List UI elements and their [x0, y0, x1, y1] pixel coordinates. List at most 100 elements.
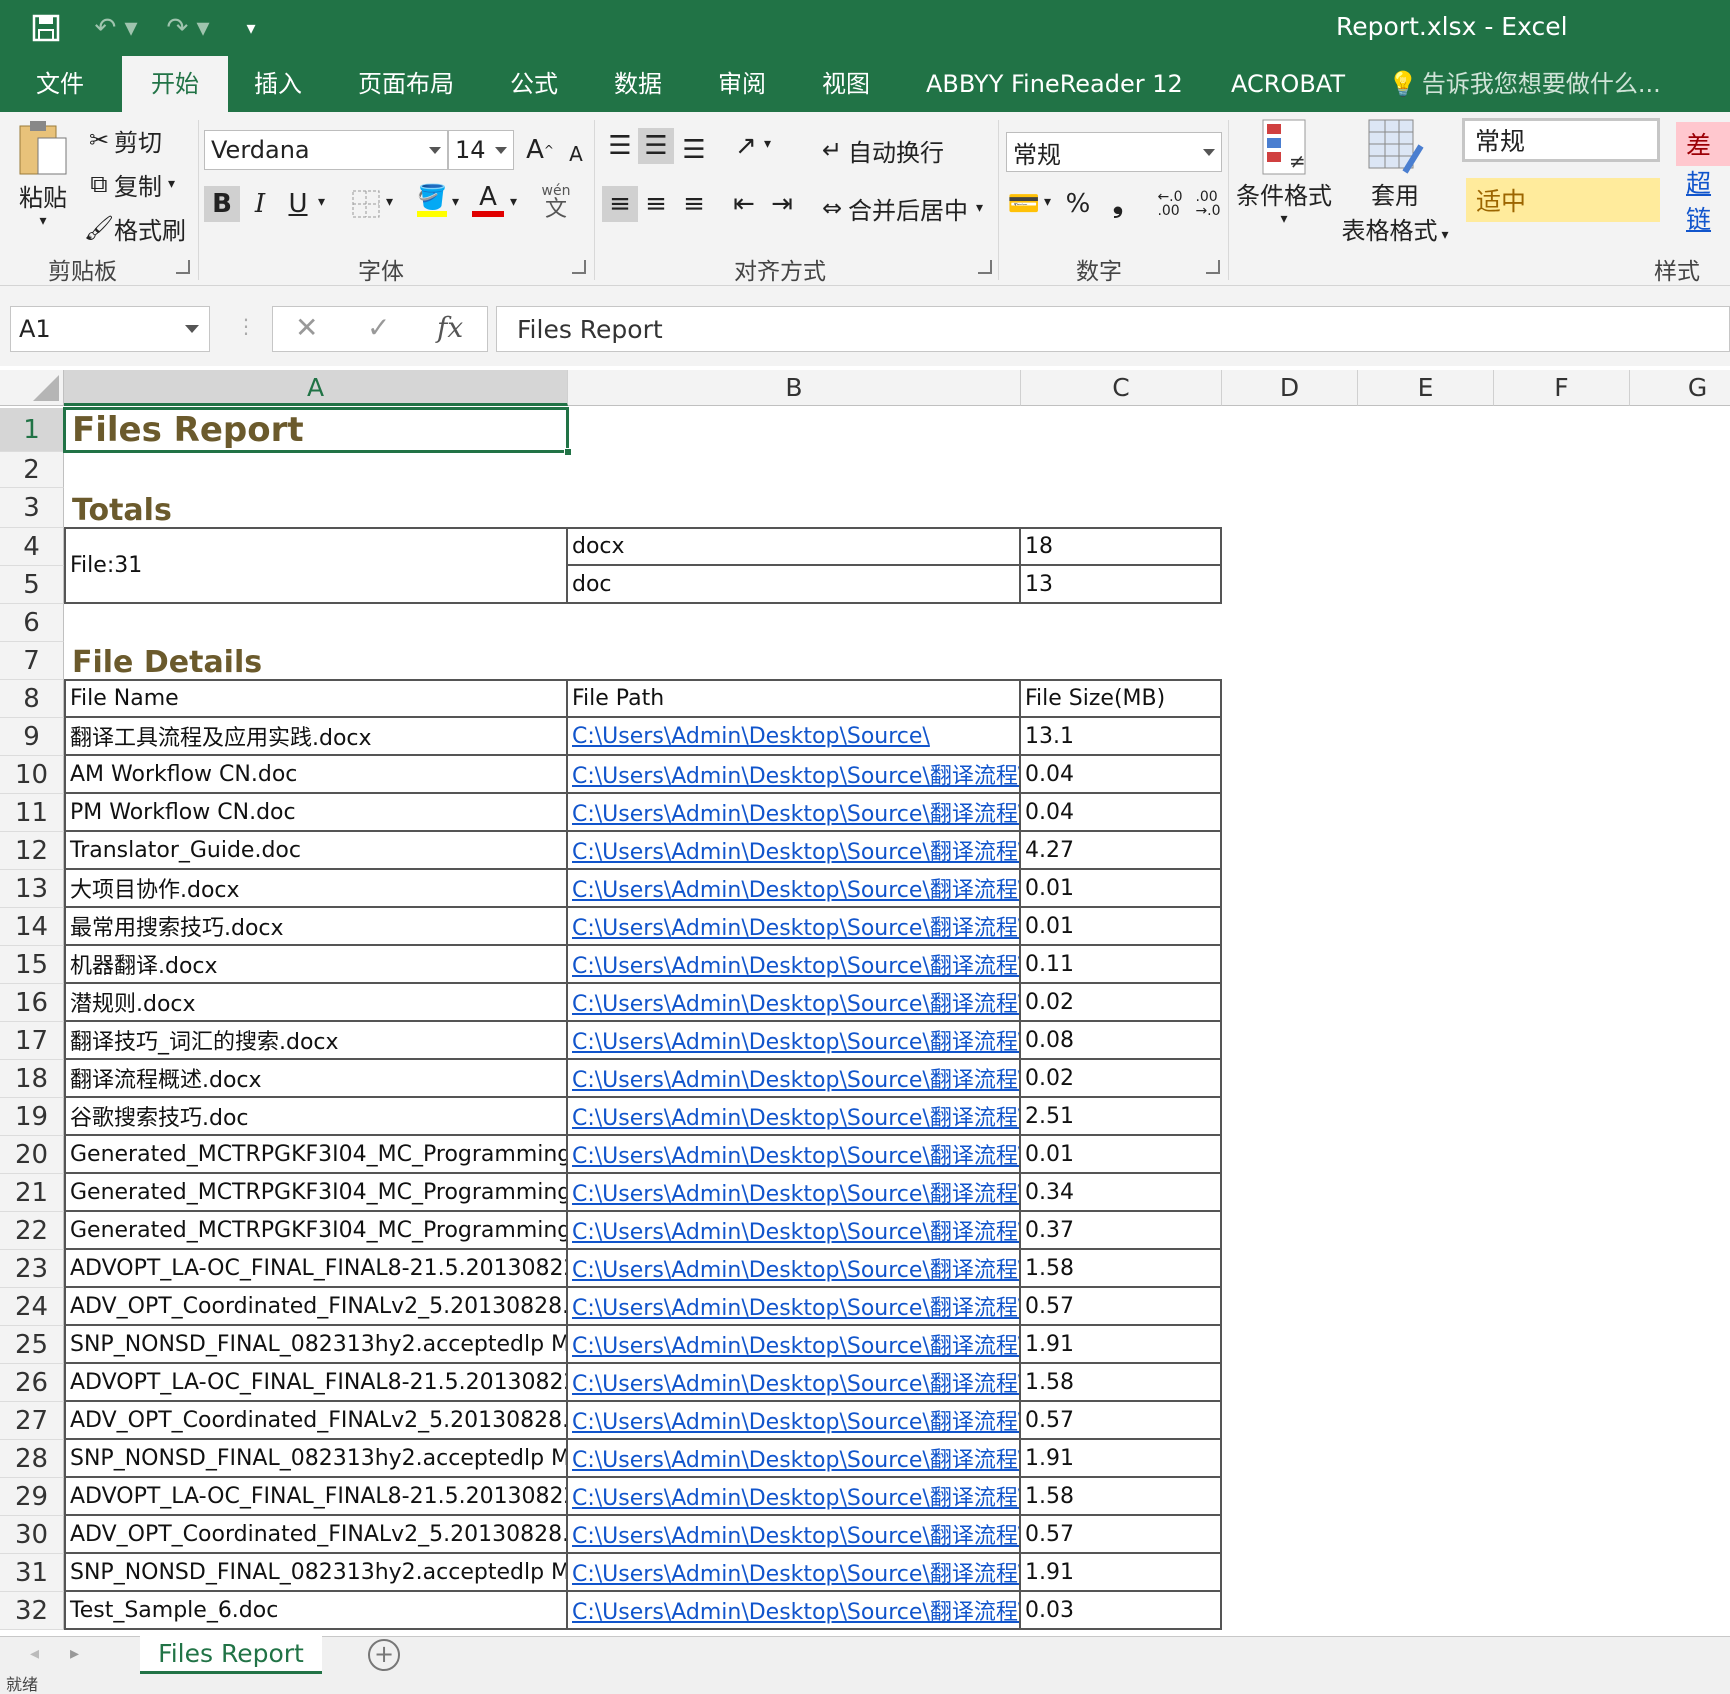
- comma-button[interactable]: ❟: [1100, 186, 1136, 222]
- font-color-button[interactable]: A: [470, 182, 506, 218]
- cell-a1-title[interactable]: Files Report: [64, 408, 568, 452]
- table-row-file-path-text[interactable]: C:\Users\Admin\Desktop\Source\翻译流程\: [572, 1214, 1019, 1246]
- tab-acrobat[interactable]: ACROBAT: [1218, 56, 1358, 112]
- column-header-d[interactable]: D: [1222, 370, 1358, 406]
- column-header-e[interactable]: E: [1358, 370, 1494, 406]
- number-format-dropdown[interactable]: 常规: [1006, 132, 1222, 172]
- borders-dropdown-icon[interactable]: ▾: [386, 194, 393, 210]
- scroll-right-icon[interactable]: ▸: [70, 1643, 79, 1664]
- table-row-file-name[interactable]: Translator_Guide.doc: [64, 832, 568, 870]
- table-row-file-size[interactable]: 4.27: [1021, 832, 1222, 870]
- row-header-22[interactable]: 22: [0, 1212, 64, 1250]
- format-as-table-button[interactable]: 套用 表格格式 ▾: [1334, 118, 1456, 246]
- table-row-file-name[interactable]: 翻译流程概述.docx: [64, 1060, 568, 1098]
- tab-insert[interactable]: 插入: [238, 56, 318, 112]
- table-row-file-name[interactable]: ADVOPT_LA-OC_FINAL_FINAL8-21.5.20130822: [64, 1250, 568, 1288]
- cell-a7-details-heading[interactable]: File Details: [64, 642, 568, 680]
- table-row-file-name[interactable]: PM Workflow CN.doc: [64, 794, 568, 832]
- table-row-file-size[interactable]: 1.58: [1021, 1478, 1222, 1516]
- table-row-file-name[interactable]: AM Workflow CN.doc: [64, 756, 568, 794]
- shrink-font-button[interactable]: A: [558, 136, 594, 172]
- row-header-6[interactable]: 6: [0, 604, 64, 642]
- table-row-file-path-text[interactable]: C:\Users\Admin\Desktop\Source\翻译流程\: [572, 986, 1019, 1018]
- font-launcher-icon[interactable]: [572, 260, 586, 274]
- orientation-icon[interactable]: ↗: [728, 128, 764, 164]
- row-header-26[interactable]: 26: [0, 1364, 64, 1402]
- row-header-13[interactable]: 13: [0, 870, 64, 908]
- table-row-file-path[interactable]: C:\Users\Admin\Desktop\Source\翻译流程\: [568, 1136, 1021, 1174]
- row-header-28[interactable]: 28: [0, 1440, 64, 1478]
- table-row-file-name[interactable]: 潜规则.docx: [64, 984, 568, 1022]
- percent-button[interactable]: %: [1060, 186, 1096, 222]
- table-row-file-name[interactable]: 最常用搜索技巧.docx: [64, 908, 568, 946]
- underline-dropdown-icon[interactable]: ▾: [318, 194, 325, 210]
- table-row-file-path[interactable]: C:\Users\Admin\Desktop\Source\翻译流程\: [568, 908, 1021, 946]
- row-header-14[interactable]: 14: [0, 908, 64, 946]
- table-row-file-name[interactable]: 大项目协作.docx: [64, 870, 568, 908]
- row-header-17[interactable]: 17: [0, 1022, 64, 1060]
- table-row-file-path[interactable]: C:\Users\Admin\Desktop\Source\翻译流程\: [568, 1554, 1021, 1592]
- row-header-19[interactable]: 19: [0, 1098, 64, 1136]
- table-row-file-name[interactable]: ADVOPT_LA-OC_FINAL_FINAL8-21.5.20130822: [64, 1364, 568, 1402]
- table-row-file-path-text[interactable]: C:\Users\Admin\Desktop\Source\翻译流程\: [572, 1366, 1019, 1398]
- number-launcher-icon[interactable]: [1206, 260, 1220, 274]
- cell-totals-count[interactable]: 13: [1021, 566, 1222, 604]
- insert-function-icon[interactable]: fx: [437, 311, 463, 344]
- drag-handle-icon[interactable]: ⋮: [236, 314, 256, 338]
- save-icon[interactable]: [26, 8, 66, 48]
- table-row-file-path[interactable]: C:\Users\Admin\Desktop\Source\翻译流程\: [568, 1212, 1021, 1250]
- scroll-left-icon[interactable]: ◂: [30, 1643, 39, 1664]
- table-row-file-size[interactable]: 0.57: [1021, 1516, 1222, 1554]
- row-header-16[interactable]: 16: [0, 984, 64, 1022]
- align-middle-icon[interactable]: ☰: [638, 128, 674, 164]
- row-header-30[interactable]: 30: [0, 1516, 64, 1554]
- orientation-dropdown-icon[interactable]: ▾: [764, 136, 771, 152]
- increase-decimal-icon[interactable]: ←.0.00: [1152, 186, 1188, 222]
- row-header-12[interactable]: 12: [0, 832, 64, 870]
- table-row-file-size[interactable]: 1.58: [1021, 1250, 1222, 1288]
- table-row-file-path-text[interactable]: C:\Users\Admin\Desktop\Source\翻译流程\: [572, 1594, 1019, 1626]
- table-row-file-name[interactable]: SNP_NONSD_FINAL_082313hy2.acceptedlp MA: [64, 1554, 568, 1592]
- underline-button[interactable]: U: [280, 186, 316, 222]
- add-sheet-icon[interactable]: +: [368, 1639, 400, 1671]
- table-row-file-name[interactable]: Test_Sample_6.doc: [64, 1592, 568, 1630]
- table-row-file-path[interactable]: C:\Users\Admin\Desktop\Source\翻译流程\: [568, 1022, 1021, 1060]
- table-row-file-size[interactable]: 1.91: [1021, 1440, 1222, 1478]
- table-row-file-size[interactable]: 0.08: [1021, 1022, 1222, 1060]
- merge-center-button[interactable]: ⇔ 合并后居中 ▾: [816, 188, 983, 228]
- font-color-dropdown-icon[interactable]: ▾: [510, 194, 517, 210]
- column-header-g[interactable]: G: [1630, 370, 1730, 406]
- table-row-file-size[interactable]: 0.02: [1021, 984, 1222, 1022]
- align-center-icon[interactable]: ≡: [638, 186, 674, 222]
- row-header-5[interactable]: 5: [0, 566, 64, 604]
- table-row-file-path-text[interactable]: C:\Users\Admin\Desktop\Source\翻译流程\: [572, 948, 1019, 980]
- row-header-24[interactable]: 24: [0, 1288, 64, 1326]
- table-row-file-name[interactable]: 翻译工具流程及应用实践.docx: [64, 718, 568, 756]
- row-header-10[interactable]: 10: [0, 756, 64, 794]
- cell-totals-ext[interactable]: doc: [568, 566, 1021, 604]
- table-row-file-size[interactable]: 1.58: [1021, 1364, 1222, 1402]
- row-header-25[interactable]: 25: [0, 1326, 64, 1364]
- table-row-file-path-text[interactable]: C:\Users\Admin\Desktop\Source\翻译流程\: [572, 1480, 1019, 1512]
- file-size-header[interactable]: File Size(MB): [1021, 680, 1222, 718]
- tab-page-layout[interactable]: 页面布局: [346, 56, 466, 112]
- table-row-file-path-text[interactable]: C:\Users\Admin\Desktop\Source\翻译流程\: [572, 1252, 1019, 1284]
- cut-button[interactable]: ✂ 剪切: [84, 120, 162, 160]
- row-header-21[interactable]: 21: [0, 1174, 64, 1212]
- table-row-file-name[interactable]: ADV_OPT_Coordinated_FINALv2_5.20130828.a: [64, 1516, 568, 1554]
- table-row-file-path-text[interactable]: C:\Users\Admin\Desktop\Source\翻译流程\: [572, 796, 1019, 828]
- table-row-file-name[interactable]: 翻译技巧_词汇的搜索.docx: [64, 1022, 568, 1060]
- column-header-f[interactable]: F: [1494, 370, 1630, 406]
- table-row-file-size[interactable]: 1.91: [1021, 1326, 1222, 1364]
- table-row-file-name[interactable]: 谷歌搜索技巧.doc: [64, 1098, 568, 1136]
- table-row-file-path[interactable]: C:\Users\Admin\Desktop\Source\翻译流程\: [568, 984, 1021, 1022]
- table-row-file-path-text[interactable]: C:\Users\Admin\Desktop\Source\翻译流程\: [572, 910, 1019, 942]
- tell-me-search[interactable]: 💡 告诉我您想要做什么...: [1388, 56, 1661, 112]
- table-row-file-size[interactable]: 0.34: [1021, 1174, 1222, 1212]
- tab-review[interactable]: 审阅: [702, 56, 782, 112]
- row-header-8[interactable]: 8: [0, 680, 64, 718]
- fill-color-dropdown-icon[interactable]: ▾: [452, 194, 459, 210]
- table-row-file-size[interactable]: 0.01: [1021, 1136, 1222, 1174]
- name-box[interactable]: A1: [10, 306, 210, 352]
- table-row-file-name[interactable]: SNP_NONSD_FINAL_082313hy2.acceptedlp MA: [64, 1440, 568, 1478]
